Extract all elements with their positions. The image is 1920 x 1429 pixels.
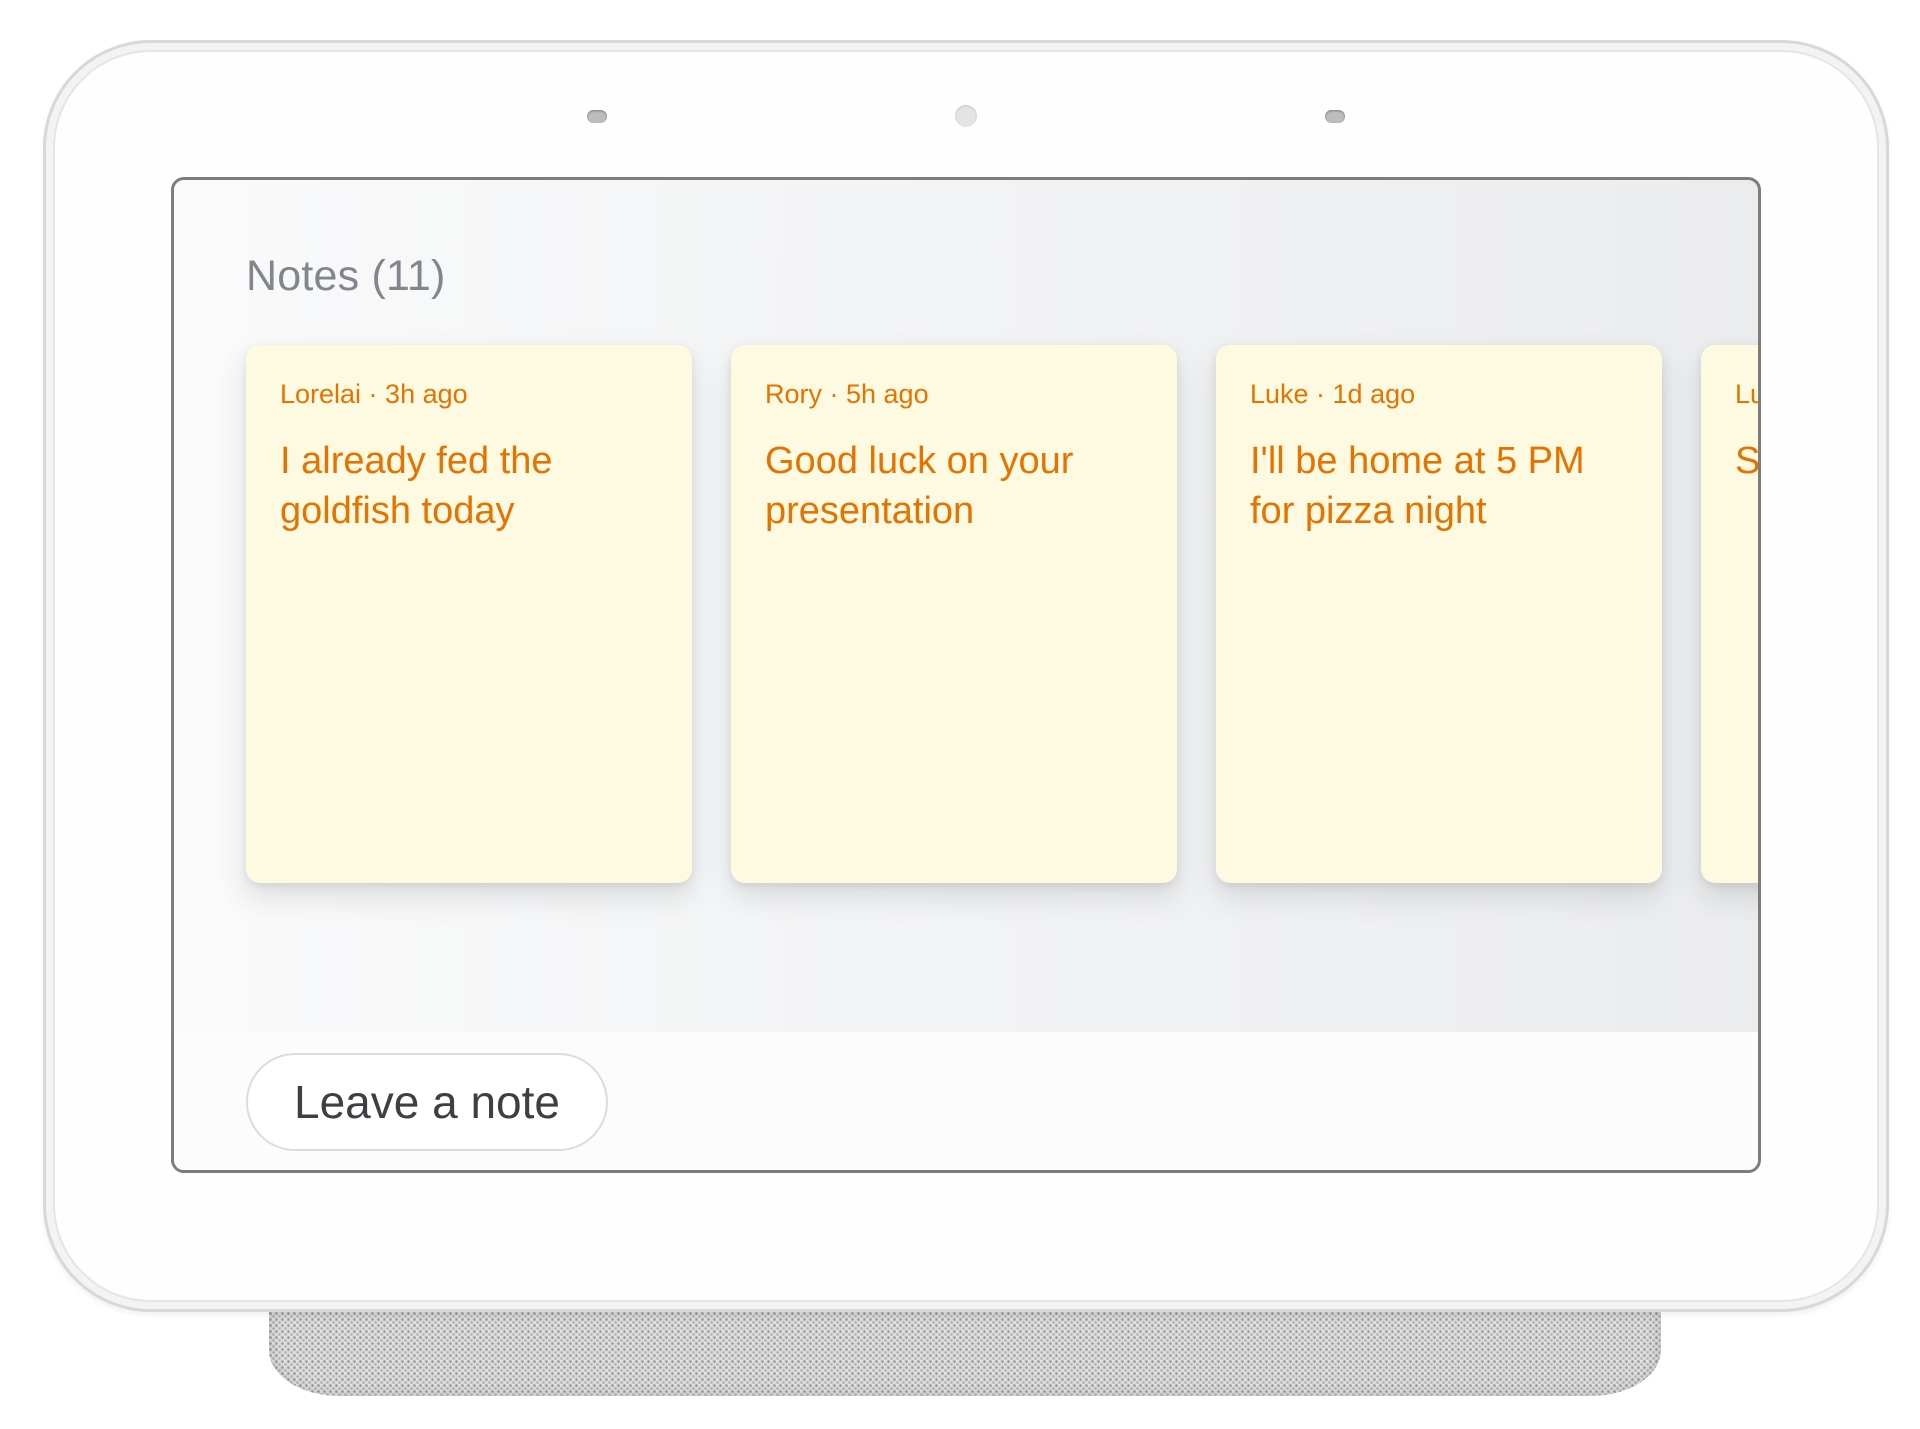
notes-panel: Notes (11) Lorelai · 3h ago I already fe… <box>174 180 1758 1032</box>
note-author-time: Luke · 1d ago <box>1250 379 1416 409</box>
light-sensor-right <box>1325 110 1345 123</box>
notes-carousel[interactable]: Lorelai · 3h ago I already fed the goldf… <box>246 345 1761 885</box>
note-author-time: Rory · 5h ago <box>765 379 929 409</box>
note-author-time: Lorelai · 3h ago <box>280 379 468 409</box>
note-text: S a <box>1735 440 1761 482</box>
note-card-partial[interactable]: Lu S a <box>1701 345 1761 883</box>
leave-a-note-button[interactable]: Leave a note <box>246 1053 608 1151</box>
note-author-time: Lu <box>1735 379 1758 409</box>
note-card[interactable]: Lorelai · 3h ago I already fed the goldf… <box>246 345 692 883</box>
note-card[interactable]: Luke · 1d ago I'll be home at 5 PM for p… <box>1216 345 1662 883</box>
fabric-speaker-base <box>269 1300 1661 1396</box>
device-mockup: Notes (11) Lorelai · 3h ago I already fe… <box>0 0 1920 1429</box>
light-sensor-left <box>587 110 607 123</box>
page-title: Notes (11) <box>246 252 446 300</box>
note-text: I'll be home at 5 PM for pizza night <box>1250 440 1585 532</box>
camera-dot <box>955 105 977 127</box>
note-card[interactable]: Rory · 5h ago Good luck on your presenta… <box>731 345 1177 883</box>
bottom-action-bar: Leave a note <box>174 1032 1758 1170</box>
note-text: I already fed the goldfish today <box>280 440 553 532</box>
note-text: Good luck on your presentation <box>765 440 1074 532</box>
display-screen: Notes (11) Lorelai · 3h ago I already fe… <box>171 177 1761 1173</box>
